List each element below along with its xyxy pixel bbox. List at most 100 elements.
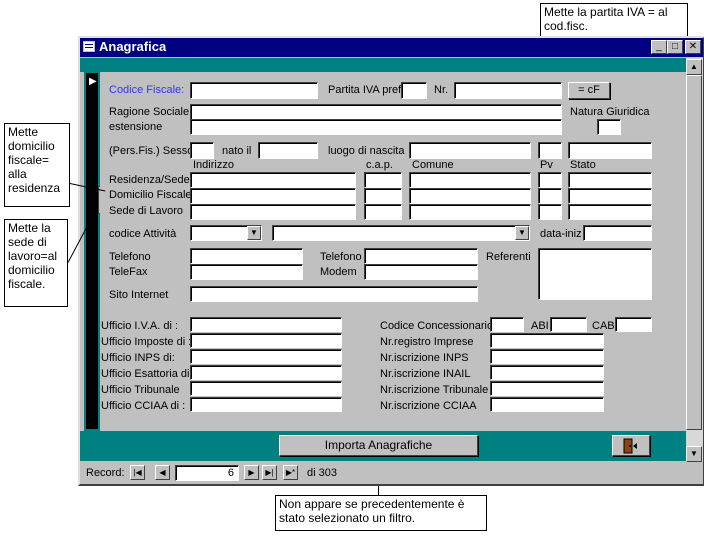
ufficio-imposte-label: Ufficio Imposte di : [101, 336, 192, 348]
stato-header: Stato [570, 159, 596, 171]
ufficio-iva-input[interactable] [190, 317, 342, 332]
telefono1-label: Telefono [109, 251, 151, 263]
scroll-up-arrow-icon[interactable]: ▲ [686, 59, 702, 75]
codice-concessionario-input[interactable] [490, 317, 524, 332]
ufficio-cciaa-input[interactable] [190, 397, 342, 412]
abi-input[interactable] [550, 317, 587, 332]
previous-record-icon[interactable]: ◀ [155, 465, 170, 480]
natura-giuridica-input[interactable] [597, 119, 621, 135]
domicilio-fiscale-label: Domicilio Fiscale [109, 189, 192, 201]
new-record-icon[interactable]: ▶* [283, 465, 298, 480]
importa-anagrafiche-button[interactable]: Importa Anagrafiche [279, 435, 478, 456]
nr-iscrizione-tribunale-input[interactable] [490, 381, 604, 396]
referenti-label: Referenti [486, 251, 531, 263]
indirizzo-header: Indirizzo [193, 159, 234, 171]
sede-cap-input[interactable] [364, 204, 402, 220]
sede-stato-input[interactable] [568, 204, 652, 220]
nr-iscrizione-inail-label: Nr.iscrizione INAIL [380, 368, 471, 380]
first-record-icon[interactable]: |◀ [130, 465, 145, 480]
cab-input[interactable] [615, 317, 652, 332]
nato-il-input[interactable] [258, 142, 318, 159]
modem-input[interactable] [364, 264, 478, 280]
sito-internet-label: Sito Internet [109, 289, 169, 301]
abi-label: ABI [531, 320, 549, 332]
record-number-input[interactable]: 6 [175, 465, 239, 481]
ufficio-tribunale-label: Ufficio Tribunale [101, 384, 180, 396]
chevron-down-icon[interactable]: ▼ [247, 226, 261, 240]
estensione-label: estensione [109, 121, 163, 133]
codice-fiscale-input[interactable] [190, 82, 318, 99]
telefono1-input[interactable] [190, 248, 303, 264]
ufficio-inps-label: Ufficio INPS di: [101, 352, 175, 364]
record-selector[interactable] [86, 73, 98, 429]
sesso-label: (Pers.Fis.) Sesso [109, 145, 194, 157]
partita-iva-pref-input[interactable] [401, 82, 427, 99]
residenza-sede-label: Residenza/Sede [109, 174, 190, 186]
residenza-pv-input[interactable] [538, 172, 562, 188]
nr-iscrizione-cciaa-input[interactable] [490, 397, 604, 412]
callout-residenza: Mette domicilio fiscale= alla residenza [4, 123, 70, 207]
close-button[interactable]: ✕ [685, 40, 701, 54]
sede-lavoro-label: Sede di Lavoro [109, 205, 183, 217]
sede-indirizzo-input[interactable] [190, 204, 356, 220]
cap-header: c.a.p. [366, 159, 393, 171]
sito-internet-input[interactable] [190, 286, 478, 302]
ufficio-imposte-input[interactable] [190, 333, 342, 348]
domicilio-stato-input[interactable] [568, 188, 652, 204]
nr-iscrizione-inail-input[interactable] [490, 365, 604, 380]
residenza-indirizzo-input[interactable] [190, 172, 356, 188]
nr-registro-imprese-input[interactable] [490, 333, 604, 348]
estensione-input[interactable] [190, 119, 562, 135]
next-record-icon[interactable]: ▶ [244, 465, 259, 480]
ufficio-esattoria-input[interactable] [190, 365, 342, 380]
sede-comune-input[interactable] [409, 204, 531, 220]
maximize-button[interactable]: □ [667, 40, 683, 54]
sesso-input[interactable] [190, 142, 214, 159]
domicilio-comune-input[interactable] [409, 188, 531, 204]
ufficio-inps-input[interactable] [190, 349, 342, 364]
descrizione-attivita-select[interactable] [272, 225, 530, 241]
callout-partita-iva: Mette la partita IVA = al cod.fisc. [540, 3, 688, 37]
ufficio-esattoria-label: Ufficio Esattoria di: [101, 368, 193, 380]
cf-button[interactable]: = cF [568, 82, 610, 99]
telefono2-label: Telefono [320, 251, 362, 263]
cab-label: CAB [592, 320, 615, 332]
nato-il-label: nato il [222, 145, 252, 157]
sede-pv-input[interactable] [538, 204, 562, 220]
scroll-down-arrow-icon[interactable]: ▼ [686, 446, 702, 462]
residenza-comune-input[interactable] [409, 172, 531, 188]
domicilio-indirizzo-input[interactable] [190, 188, 356, 204]
comune-header: Comune [412, 159, 454, 171]
luogo-nascita-pv-input[interactable] [538, 142, 562, 159]
natura-giuridica-label: Natura Giuridica [570, 106, 650, 118]
nr-label: Nr. [434, 84, 449, 96]
luogo-nascita-stato-input[interactable] [568, 142, 652, 159]
nr-iscrizione-inps-input[interactable] [490, 349, 604, 364]
domicilio-cap-input[interactable] [364, 188, 402, 204]
chevron-down-icon[interactable]: ▼ [515, 226, 529, 240]
callout-filtro: Non appare se precedentemente è stato se… [275, 495, 487, 531]
telefono2-input[interactable] [364, 248, 478, 264]
title-bar: Anagrafica _ □ ✕ [80, 38, 703, 57]
exit-button[interactable] [612, 435, 650, 456]
domicilio-pv-input[interactable] [538, 188, 562, 204]
residenza-cap-input[interactable] [364, 172, 402, 188]
luogo-nascita-label: luogo di nascita [328, 145, 405, 157]
modem-label: Modem [320, 266, 357, 278]
partita-iva-nr-input[interactable] [454, 82, 562, 99]
data-iniz-input[interactable] [583, 225, 652, 241]
telefax-input[interactable] [190, 264, 303, 280]
telefax-label: TeleFax [109, 266, 148, 278]
ufficio-tribunale-input[interactable] [190, 381, 342, 396]
luogo-nascita-input[interactable] [409, 142, 531, 159]
ragione-sociale-input[interactable] [190, 104, 562, 120]
scroll-thumb[interactable] [686, 75, 702, 430]
record-total: di 303 [307, 467, 337, 479]
referenti-textarea[interactable] [538, 248, 652, 300]
residenza-stato-input[interactable] [568, 172, 652, 188]
current-record-arrow-icon: ▶ [89, 76, 97, 87]
last-record-icon[interactable]: ▶| [262, 465, 277, 480]
minimize-button[interactable]: _ [651, 40, 667, 54]
ufficio-iva-label: Ufficio I.V.A. di : [101, 320, 179, 332]
pv-header: Pv [540, 159, 553, 171]
